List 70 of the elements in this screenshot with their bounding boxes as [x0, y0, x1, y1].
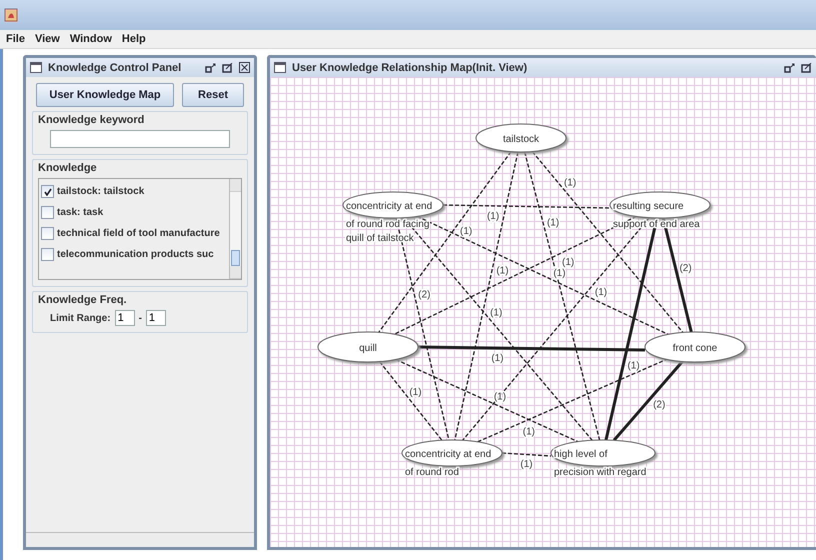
edge-weight: (1): [520, 459, 533, 470]
node-label: high level of: [554, 449, 608, 460]
node-label: quill of tailstock: [346, 233, 414, 244]
node-ellipse[interactable]: [644, 332, 746, 362]
frame-title: User Knowledge Relationship Map(Init. View): [292, 62, 528, 74]
edge-weight: (1): [564, 177, 576, 188]
group-legend: Knowledge Freq.: [38, 294, 242, 306]
node-label: front cone: [672, 343, 718, 354]
frame-title: Knowledge Control Panel: [48, 62, 182, 74]
edge-weight: (1): [522, 426, 535, 438]
menu-item[interactable]: Help: [122, 33, 146, 45]
group-legend: Knowledge keyword: [38, 114, 242, 126]
map-button[interactable]: User Knowledge Map: [36, 83, 174, 107]
node-label: concentricity at end: [346, 201, 432, 212]
edge-weight: (1): [553, 268, 566, 280]
edge-weight: (2): [418, 289, 430, 300]
checkbox[interactable]: [41, 248, 54, 261]
edge-weight: (1): [486, 211, 500, 222]
minimize-icon[interactable]: [784, 62, 795, 72]
item-label[interactable]: technical field of tool manufacture: [57, 228, 220, 239]
item-label[interactable]: task: task: [57, 207, 104, 218]
edge-weight: (1): [409, 386, 422, 398]
node-ellipse[interactable]: [342, 192, 444, 218]
edge-weight: (1): [496, 265, 509, 276]
edge-weight: (1): [594, 286, 608, 298]
menu-item[interactable]: Window: [70, 33, 112, 45]
node-label: concentricity at end: [405, 449, 492, 460]
checkmark-icon: [44, 188, 52, 196]
edge-weight: (1): [491, 353, 504, 364]
checkbox[interactable]: [41, 227, 54, 240]
edge-weight: (1): [546, 217, 560, 228]
group-legend: Knowledge: [38, 162, 242, 174]
frame-icon: [274, 62, 286, 73]
minimize-icon[interactable]: [205, 62, 216, 72]
node-ellipse[interactable]: [550, 440, 656, 466]
checkbox[interactable]: [41, 206, 54, 219]
node-label: of round rod: [405, 467, 459, 478]
close-icon[interactable]: [239, 62, 250, 73]
edge-weight: (1): [562, 256, 574, 268]
node-label: resulting secure: [613, 201, 684, 212]
edge-weight: (2): [679, 262, 692, 274]
range-separator: -: [138, 312, 142, 324]
app-icon: [4, 8, 18, 22]
reset-button[interactable]: Reset: [182, 83, 244, 107]
edge-weight: (1): [627, 360, 640, 372]
item-label[interactable]: telecommunication products suc: [57, 249, 214, 260]
node-label: precision with regard: [554, 467, 646, 478]
edge-weight: (1): [460, 226, 472, 237]
node-ellipse[interactable]: [318, 332, 418, 362]
from-field[interactable]: 1: [114, 310, 135, 326]
node-label: tailstock: [502, 134, 540, 145]
maximize-icon[interactable]: [801, 62, 812, 72]
limit-label: Limit Range:: [50, 312, 111, 324]
checkbox[interactable]: [41, 185, 54, 198]
edge-weight: (1): [490, 307, 502, 318]
edge-weight: (1): [494, 392, 506, 403]
node-label: quill: [359, 343, 377, 354]
item-label[interactable]: tailstock: tailstock: [57, 186, 144, 197]
frame-icon: [30, 62, 42, 73]
scrollbar[interactable]: [229, 179, 241, 279]
maximize-icon[interactable]: [222, 62, 233, 72]
node-ellipse[interactable]: [610, 192, 710, 218]
node-ellipse[interactable]: [402, 440, 502, 466]
menu-item[interactable]: File: [6, 33, 25, 45]
node-ellipse[interactable]: [476, 124, 566, 152]
menu-item[interactable]: View: [34, 33, 60, 45]
edge-weight: (2): [653, 400, 666, 411]
keyword-field[interactable]: [50, 130, 230, 148]
to-field[interactable]: 1: [146, 310, 166, 326]
node-label: of round rod facing: [346, 219, 430, 230]
